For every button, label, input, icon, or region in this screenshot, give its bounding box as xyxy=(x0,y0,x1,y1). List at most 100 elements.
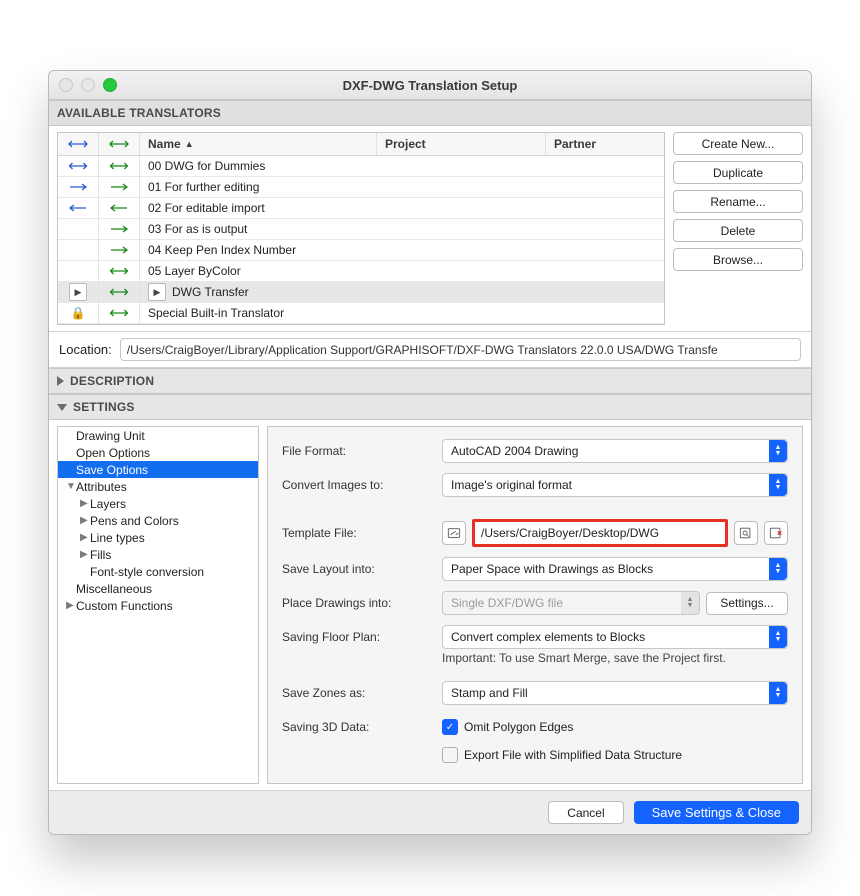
table-row[interactable]: 05 Layer ByColor xyxy=(58,261,664,282)
row-icon-out xyxy=(99,261,140,281)
tree-item[interactable]: Save Options xyxy=(58,461,258,478)
place-drawings-settings-button[interactable]: Settings... xyxy=(706,592,788,615)
file-format-label: File Format: xyxy=(282,444,442,458)
tree-item[interactable]: ▶Pens and Colors xyxy=(58,512,258,529)
table-row[interactable]: 🔒 Special Built-in Translator xyxy=(58,303,664,324)
row-icon-out xyxy=(99,303,140,323)
window-title: DXF-DWG Translation Setup xyxy=(49,78,811,93)
duplicate-button[interactable]: Duplicate xyxy=(673,161,803,184)
settings-form: File Format: AutoCAD 2004 Drawing▲▼ Conv… xyxy=(267,426,803,784)
table-row[interactable]: 04 Keep Pen Index Number xyxy=(58,240,664,261)
template-path-button[interactable] xyxy=(442,521,466,545)
chevron-down-icon xyxy=(57,404,67,411)
place-drawings-label: Place Drawings into: xyxy=(282,596,442,610)
dialog-footer: Cancel Save Settings & Close xyxy=(49,791,811,834)
saving-floor-plan-label: Saving Floor Plan: xyxy=(282,630,442,644)
row-name: Special Built-in Translator xyxy=(140,306,664,320)
bi-arrow-icon xyxy=(109,138,129,150)
delete-button[interactable]: Delete xyxy=(673,219,803,242)
save-zones-select[interactable]: Stamp and Fill▲▼ xyxy=(442,681,788,705)
col-partner[interactable]: Partner xyxy=(545,133,664,155)
file-format-select[interactable]: AutoCAD 2004 Drawing▲▼ xyxy=(442,439,788,463)
col-project[interactable]: Project xyxy=(376,133,545,155)
bi-arrow-icon xyxy=(68,138,88,150)
row-icon-in xyxy=(58,177,99,197)
row-icon-in xyxy=(58,261,99,281)
row-icon-in: ▶ xyxy=(58,282,99,302)
tree-item[interactable]: ▶Layers xyxy=(58,495,258,512)
table-header: Name▲ Project Partner xyxy=(58,133,664,156)
clear-icon xyxy=(769,526,783,540)
translators-pane: Name▲ Project Partner 00 DWG for Dummies… xyxy=(49,126,811,332)
row-icon-out xyxy=(99,177,140,197)
tree-item[interactable]: Drawing Unit xyxy=(58,427,258,444)
convert-images-select[interactable]: Image's original format▲▼ xyxy=(442,473,788,497)
place-drawings-select: Single DXF/DWG file▲▼ xyxy=(442,591,700,615)
save-close-button[interactable]: Save Settings & Close xyxy=(634,801,799,824)
chevron-right-icon xyxy=(57,376,64,386)
chevron-right-icon: ▶ xyxy=(80,549,90,560)
search-icon xyxy=(739,526,753,540)
settings-body: Drawing UnitOpen OptionsSave Options▼Att… xyxy=(49,420,811,791)
template-file-field[interactable]: /Users/CraigBoyer/Desktop/DWG xyxy=(472,519,728,547)
rename-button[interactable]: Rename... xyxy=(673,190,803,213)
row-name: 00 DWG for Dummies xyxy=(140,159,664,173)
section-description[interactable]: DESCRIPTION xyxy=(49,368,811,394)
row-name: 04 Keep Pen Index Number xyxy=(140,243,664,257)
row-icon-in: 🔒 xyxy=(58,303,99,323)
row-icon-out xyxy=(99,219,140,239)
table-row[interactable]: 03 For as is output xyxy=(58,219,664,240)
section-available-translators: AVAILABLE TRANSLATORS xyxy=(49,100,811,126)
location-label: Location: xyxy=(59,342,112,357)
row-name: 03 For as is output xyxy=(140,222,664,236)
template-clear-button[interactable] xyxy=(764,521,788,545)
chevron-right-icon: ▶ xyxy=(80,515,90,526)
location-field[interactable] xyxy=(120,338,801,361)
tree-item[interactable]: Miscellaneous xyxy=(58,580,258,597)
row-icon-out xyxy=(99,198,140,218)
col-icon-1[interactable] xyxy=(58,133,99,155)
template-file-label: Template File: xyxy=(282,526,442,540)
col-icon-2[interactable] xyxy=(99,133,140,155)
tree-item[interactable]: ▶Fills xyxy=(58,546,258,563)
omit-polygon-checkbox[interactable]: ✓Omit Polygon Edges xyxy=(442,717,573,737)
section-settings[interactable]: SETTINGS xyxy=(49,394,811,420)
row-icon-in xyxy=(58,198,99,218)
row-name: 02 For editable import xyxy=(140,201,664,215)
tree-item[interactable]: ▶Line types xyxy=(58,529,258,546)
floor-plan-note: Important: To use Smart Merge, save the … xyxy=(442,651,726,667)
path-icon xyxy=(447,526,461,540)
row-icon-in xyxy=(58,240,99,260)
tree-item[interactable]: ▼Attributes xyxy=(58,478,258,495)
table-row[interactable]: 00 DWG for Dummies xyxy=(58,156,664,177)
lock-icon: 🔒 xyxy=(71,306,86,320)
row-name: ▶ DWG Transfer xyxy=(140,283,664,301)
template-browse-button[interactable] xyxy=(734,521,758,545)
location-row: Location: xyxy=(49,332,811,368)
export-simplified-checkbox[interactable]: Export File with Simplified Data Structu… xyxy=(442,745,682,765)
cancel-button[interactable]: Cancel xyxy=(548,801,623,824)
convert-images-label: Convert Images to: xyxy=(282,478,442,492)
col-name[interactable]: Name▲ xyxy=(140,133,376,155)
table-row[interactable]: ▶▶ DWG Transfer xyxy=(58,282,664,303)
row-icon-out xyxy=(99,156,140,176)
tree-item[interactable]: ▶Custom Functions xyxy=(58,597,258,614)
section-label: SETTINGS xyxy=(73,400,135,414)
translator-actions: Create New... Duplicate Rename... Delete… xyxy=(673,132,803,325)
chevron-right-icon[interactable]: ▶ xyxy=(148,283,166,301)
row-name: 01 For further editing xyxy=(140,180,664,194)
browse-button[interactable]: Browse... xyxy=(673,248,803,271)
table-row[interactable]: 02 For editable import xyxy=(58,198,664,219)
save-layout-select[interactable]: Paper Space with Drawings as Blocks▲▼ xyxy=(442,557,788,581)
section-label: AVAILABLE TRANSLATORS xyxy=(57,106,221,120)
tree-item[interactable]: Font-style conversion xyxy=(58,563,258,580)
section-label: DESCRIPTION xyxy=(70,374,154,388)
save-zones-label: Save Zones as: xyxy=(282,686,442,700)
create-new-button[interactable]: Create New... xyxy=(673,132,803,155)
tree-item[interactable]: Open Options xyxy=(58,444,258,461)
saving-floor-plan-select[interactable]: Convert complex elements to Blocks▲▼ xyxy=(442,625,788,649)
chevron-right-icon[interactable]: ▶ xyxy=(69,283,87,301)
table-row[interactable]: 01 For further editing xyxy=(58,177,664,198)
save-layout-label: Save Layout into: xyxy=(282,562,442,576)
saving-3d-label: Saving 3D Data: xyxy=(282,720,442,734)
